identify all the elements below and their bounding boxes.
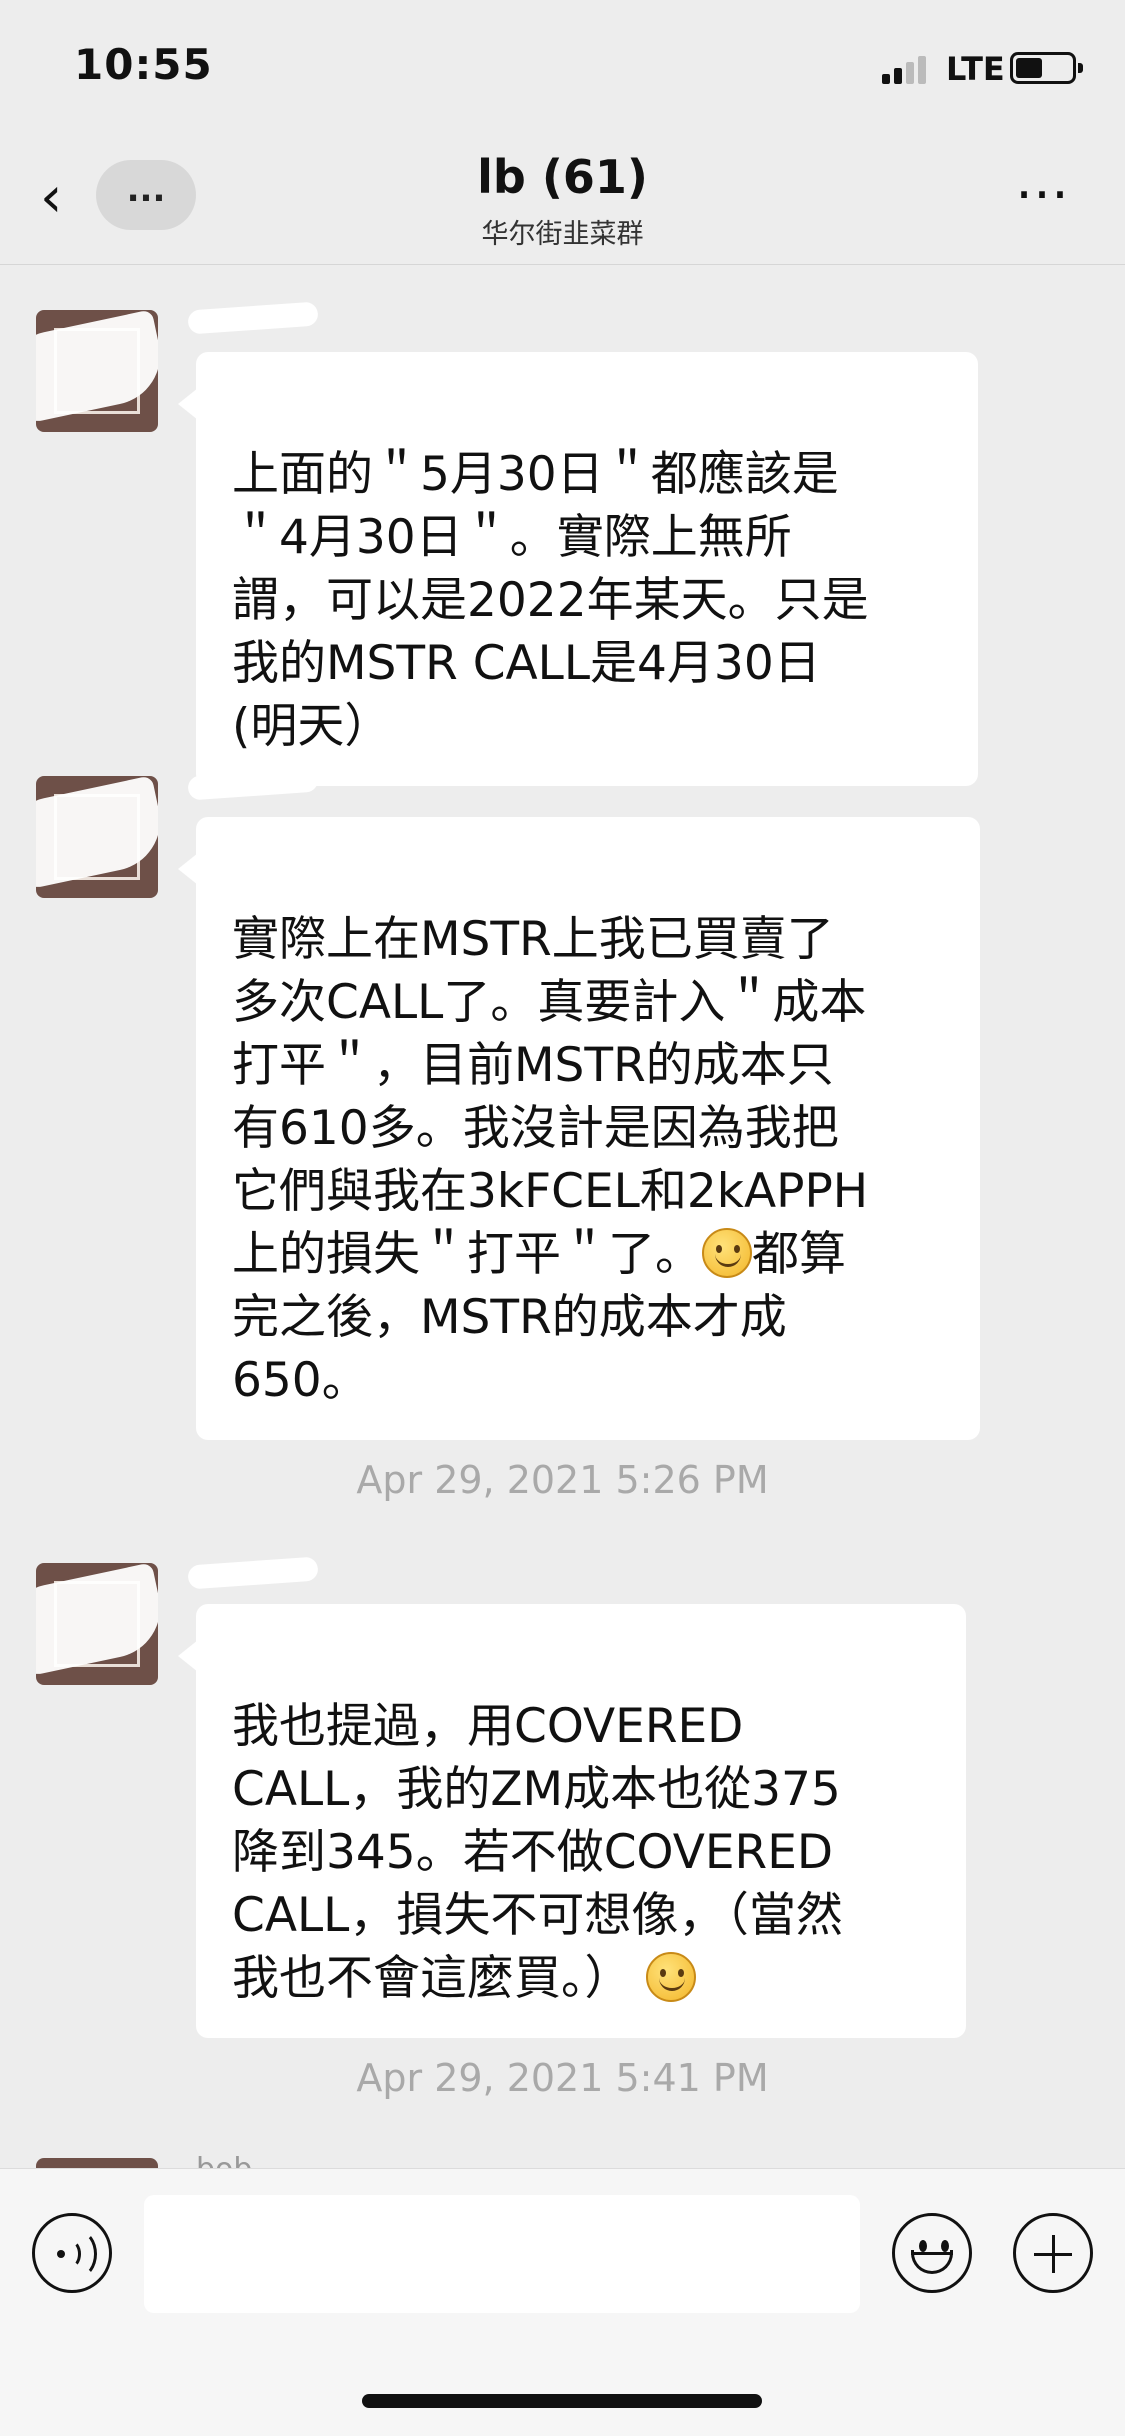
network-label: LTE: [946, 50, 1005, 88]
sender-name-redacted: [187, 300, 328, 335]
message-text: 上面的＂5月30日＂都應該是 ＂4月30日＂。實際上無所 謂，可以是2022年某…: [232, 447, 869, 754]
signal-icon: [882, 54, 932, 84]
timestamp: Apr 29, 2021 5:26 PM: [356, 1458, 769, 1502]
status-time: 10:55: [74, 40, 213, 89]
chat-title: lb (61): [477, 150, 648, 204]
sender-name-redacted: [187, 1555, 328, 1590]
battery-icon: [1010, 52, 1083, 84]
chat-header: ‹ ... lb (61) 华尔街韭菜群 …: [0, 130, 1125, 265]
message-input[interactable]: [144, 2195, 860, 2313]
home-indicator: [362, 2394, 762, 2408]
avatar[interactable]: [36, 310, 158, 432]
message-bubble[interactable]: 實際上在MSTR上我已買賣了 多次CALL了。真要計入＂成本 打平＂，目前MST…: [178, 817, 980, 1440]
more-options-icon[interactable]: …: [1008, 153, 1078, 220]
sender-name-redacted: [187, 766, 328, 801]
message-bubble[interactable]: 上面的＂5月30日＂都應該是 ＂4月30日＂。實際上無所 謂，可以是2022年某…: [178, 352, 978, 786]
voice-input-icon[interactable]: [32, 2213, 112, 2293]
smile-emoji-icon: [702, 1228, 752, 1278]
chat-subtitle: 华尔街韭菜群: [481, 219, 644, 250]
message-bubble[interactable]: 我也提過，用COVERED CALL，我的ZM成本也從375 降到345。若不做…: [178, 1604, 966, 2038]
status-bar: 10:55 LTE: [0, 0, 1125, 130]
timestamp: Apr 29, 2021 5:41 PM: [356, 2056, 769, 2100]
emoji-picker-icon[interactable]: [892, 2213, 972, 2293]
message-text: 我也提過，用COVERED CALL，我的ZM成本也從375 降到345。若不做…: [232, 1699, 843, 2006]
sender-name-partial: bob: [196, 2150, 252, 2168]
smile-emoji-icon: [646, 1952, 697, 2002]
avatar[interactable]: [36, 776, 158, 898]
add-attachment-icon[interactable]: [1013, 2213, 1093, 2293]
input-bar: [0, 2168, 1125, 2436]
avatar[interactable]: [36, 1563, 158, 1685]
